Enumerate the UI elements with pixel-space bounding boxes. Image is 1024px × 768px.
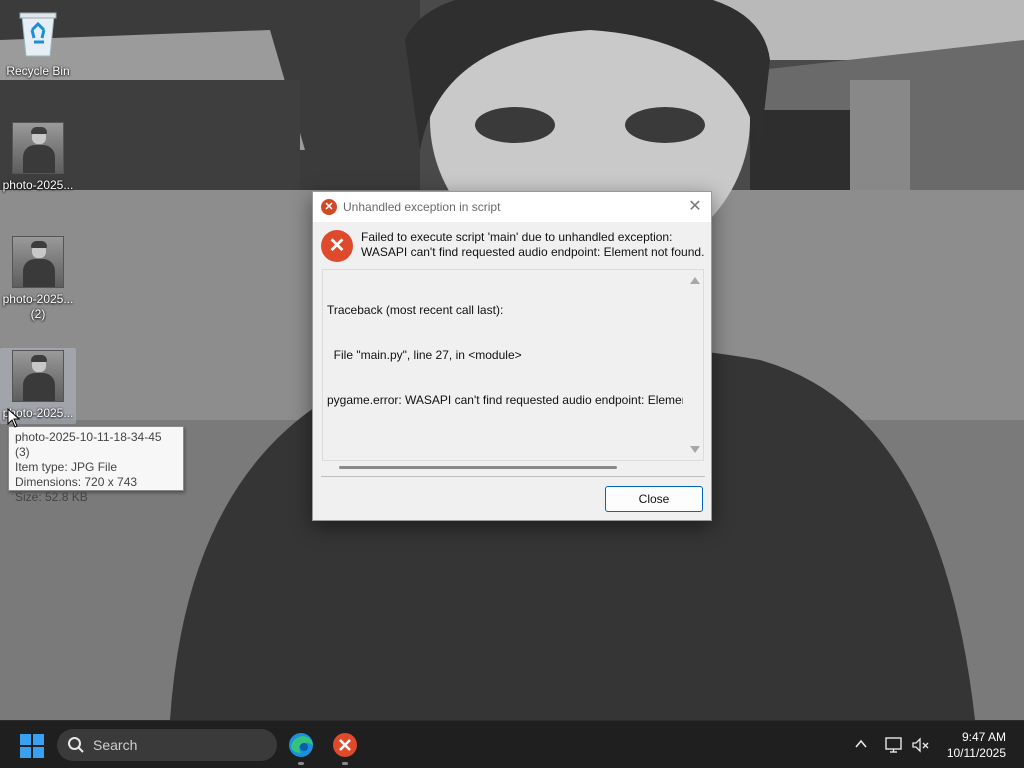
error-icon-small: ✕ [321, 199, 337, 215]
network-icon[interactable] [884, 735, 904, 755]
chevron-up-icon[interactable] [854, 737, 868, 751]
traceback-line: pygame.error: WASAPI can't find requeste… [327, 393, 683, 407]
error-message-line-2: WASAPI can't find requested audio endpoi… [361, 245, 705, 259]
photo-thumbnail [12, 122, 64, 174]
traceback-text: Traceback (most recent call last): File … [327, 273, 683, 453]
vertical-scrollbar[interactable] [687, 270, 703, 460]
clock-date: 10/11/2025 [946, 746, 1006, 760]
windows-start-icon[interactable] [20, 734, 44, 758]
horizontal-scrollbar-thumb[interactable] [339, 466, 617, 469]
photo-file-icon-1[interactable]: photo-2025... [0, 122, 76, 193]
taskbar-search-box[interactable]: Search [57, 729, 277, 761]
traceback-textbox[interactable]: Traceback (most recent call last): File … [322, 269, 704, 461]
tooltip-size: Size: 52.8 KB [15, 490, 88, 504]
volume-muted-icon[interactable] [910, 735, 930, 755]
scroll-up-arrow-icon[interactable] [690, 277, 700, 284]
dialog-separator [321, 476, 705, 477]
recycle-bin-label: Recycle Bin [6, 64, 70, 78]
error-icon: ✕ [321, 230, 353, 262]
traceback-line: Traceback (most recent call last): [327, 303, 504, 317]
photo-file-label-suffix: (2) [30, 307, 46, 321]
photo-file-label: photo-2025... [2, 292, 74, 306]
photo-file-icon-2[interactable]: photo-2025... (2) [0, 236, 76, 322]
mouse-cursor-icon [7, 408, 21, 428]
app-running-indicator [342, 762, 348, 765]
clock-time: 9:47 AM [961, 730, 1006, 744]
photo-thumbnail [12, 236, 64, 288]
python-error-app-icon[interactable] [329, 729, 361, 765]
taskbar: Search 9:47 AM 10/11/2025 [0, 720, 1024, 768]
edge-icon[interactable] [285, 729, 317, 765]
tooltip-dimensions: Dimensions: 720 x 743 [15, 475, 138, 489]
file-info-tooltip: photo-2025-10-11-18-34-45 (3) Item type:… [8, 426, 184, 504]
close-button[interactable]: Close [605, 486, 703, 512]
error-message-line-1: Failed to execute script 'main' due to u… [361, 230, 673, 244]
photo-thumbnail [12, 350, 64, 402]
dialog-title: Unhandled exception in script [343, 200, 501, 214]
traceback-line: File "main.py", line 27, in <module> [327, 348, 522, 362]
search-placeholder: Search [93, 737, 138, 753]
tooltip-filename: photo-2025-10-11-18-34-45 (3) [15, 430, 162, 459]
tooltip-item-type: Item type: JPG File [15, 460, 118, 474]
dialog-titlebar[interactable]: ✕ Unhandled exception in script ✕ [313, 192, 711, 222]
photo-file-label: photo-2025... [2, 178, 74, 192]
taskbar-clock[interactable]: 9:47 AM 10/11/2025 [947, 729, 1006, 761]
app-running-indicator [298, 762, 304, 765]
recycle-bin-icon [14, 8, 62, 58]
recycle-bin-desktop-icon[interactable]: Recycle Bin [0, 8, 76, 79]
unhandled-exception-dialog: ✕ Unhandled exception in script ✕ ✕ Fail… [312, 191, 712, 521]
error-message: Failed to execute script 'main' due to u… [361, 230, 704, 260]
close-icon[interactable]: ✕ [685, 197, 705, 217]
scroll-down-arrow-icon[interactable] [690, 446, 700, 453]
search-icon [68, 737, 84, 753]
